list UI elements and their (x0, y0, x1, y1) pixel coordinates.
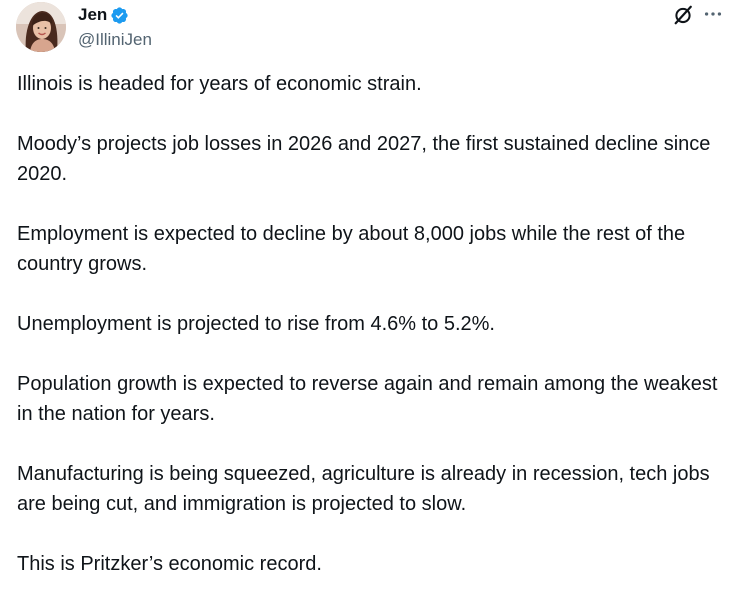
tweet-paragraph: Employment is expected to decline by abo… (17, 223, 686, 275)
avatar[interactable] (16, 2, 66, 52)
tweet: Jen @IlliniJen Illinois is headed for ye… (0, 0, 756, 590)
tweet-paragraph: Moody’s projects job losses in 2026 and … (17, 133, 711, 185)
author-handle[interactable]: @IlliniJen (78, 28, 152, 52)
avatar-image (16, 2, 66, 52)
more-horizontal-icon[interactable] (702, 3, 724, 25)
author-display-name[interactable]: Jen (78, 3, 107, 27)
tweet-header: Jen @IlliniJen (16, 2, 740, 54)
tweet-paragraph: Manufacturing is being squeezed, agricul… (17, 463, 710, 515)
author-info: Jen @IlliniJen (78, 3, 152, 52)
verified-badge-icon[interactable] (110, 6, 129, 25)
grok-icon[interactable] (672, 4, 694, 26)
tweet-text: Illinois is headed for years of economic… (17, 69, 737, 609)
tweet-paragraph: Unemployment is projected to rise from 4… (17, 313, 495, 335)
tweet-paragraph: Illinois is headed for years of economic… (17, 73, 422, 95)
tweet-paragraph: This is Pritzker’s economic record. (17, 553, 322, 575)
author-name-row: Jen (78, 3, 152, 27)
tweet-paragraph: Population growth is expected to reverse… (17, 373, 718, 425)
